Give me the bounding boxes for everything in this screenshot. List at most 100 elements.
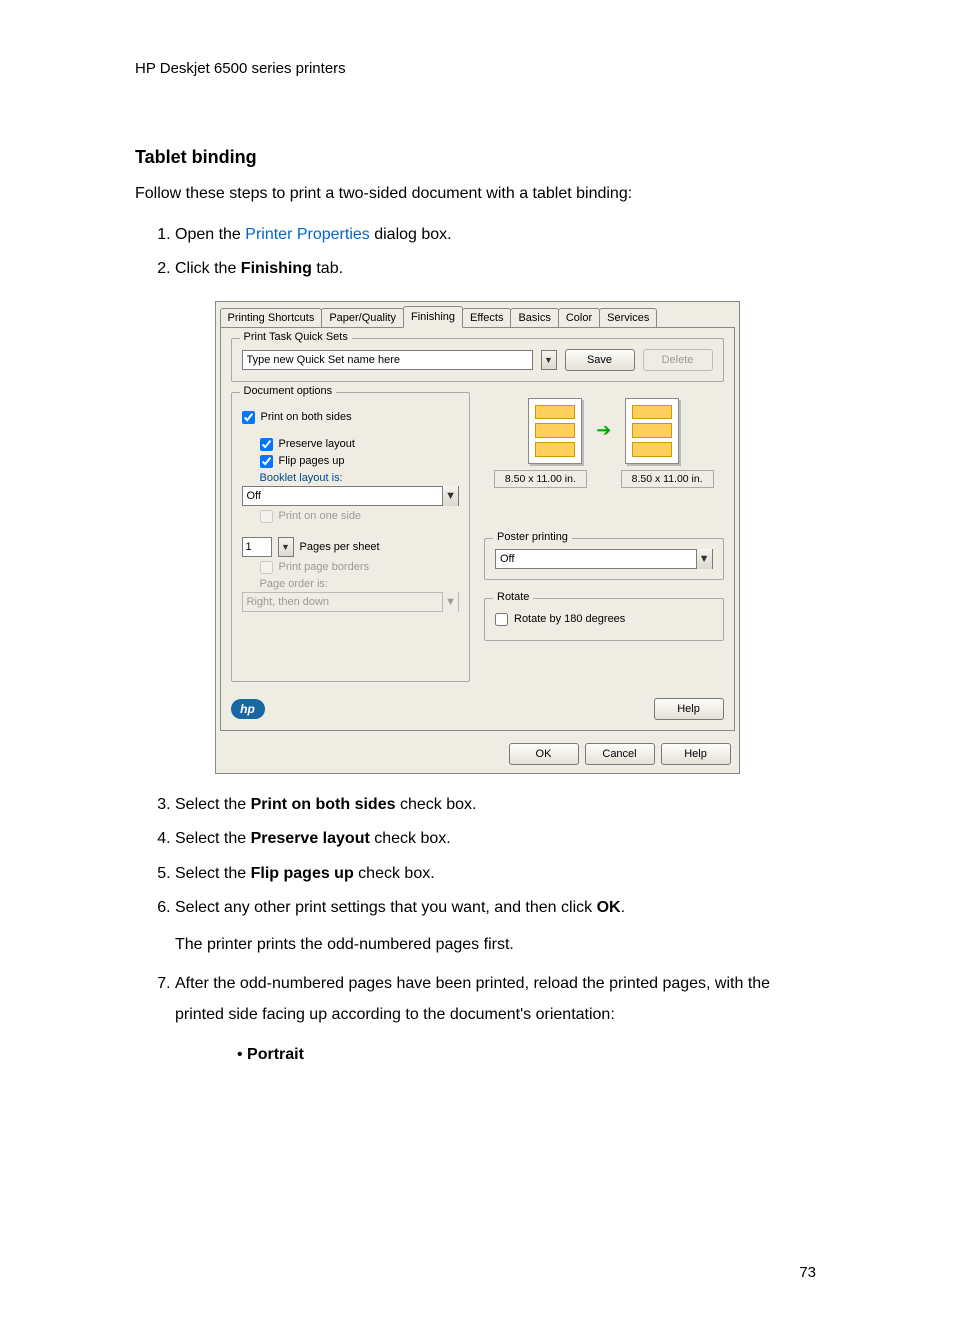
step-5-bold: Flip pages up	[251, 865, 354, 882]
preserve-layout-label: Preserve layout	[279, 438, 355, 450]
quicksets-group: Print Task Quick Sets ▼ Save Delete	[231, 338, 724, 382]
step-5-text-b: check box.	[354, 865, 435, 882]
tab-color[interactable]: Color	[558, 308, 600, 327]
tab-body: Print Task Quick Sets ▼ Save Delete Docu…	[220, 327, 735, 731]
print-one-side-checkbox	[260, 510, 273, 523]
step-5: Select the Flip pages up check box.	[175, 859, 819, 889]
preview-dim-left: 8.50 x 11.00 in.	[494, 470, 587, 488]
page-number: 73	[799, 1264, 816, 1281]
document-options-title: Document options	[240, 385, 337, 397]
chevron-down-icon: ▼	[695, 553, 714, 565]
print-both-sides-checkbox[interactable]	[242, 411, 255, 424]
step-3-bold: Print on both sides	[251, 796, 396, 813]
chevron-down-icon: ▼	[441, 490, 460, 502]
poster-printing-select[interactable]: Off ▼	[495, 549, 713, 569]
steps-list-continued: Select the Print on both sides check box…	[175, 790, 819, 1071]
page-header: HP Deskjet 6500 series printers	[135, 60, 819, 77]
step-7-text: After the odd-numbered pages have been p…	[175, 975, 770, 1022]
print-both-sides-label: Print on both sides	[261, 411, 352, 423]
step-4-text-a: Select the	[175, 830, 251, 847]
rotate-180-label: Rotate by 180 degrees	[514, 613, 625, 625]
step-2: Click the Finishing tab.	[175, 254, 819, 284]
step-4-text-b: check box.	[370, 830, 451, 847]
poster-printing-group: Poster printing Off ▼	[484, 538, 724, 580]
step-2-bold: Finishing	[241, 260, 312, 277]
print-one-side-label: Print on one side	[279, 510, 362, 522]
page-preview-left	[528, 398, 582, 464]
step-2-text-a: Click the	[175, 260, 241, 277]
tab-paper-quality[interactable]: Paper/Quality	[321, 308, 404, 327]
tab-effects[interactable]: Effects	[462, 308, 511, 327]
tab-finishing[interactable]: Finishing	[403, 306, 463, 328]
booklet-dropdown-button[interactable]: ▼	[442, 486, 458, 506]
step-4-bold: Preserve layout	[251, 830, 370, 847]
quickset-name-input[interactable]	[242, 350, 533, 370]
preview-dim-right: 8.50 x 11.00 in.	[621, 470, 714, 488]
step-6-text-b: .	[621, 899, 625, 916]
pages-per-sheet-dropdown[interactable]: ▼	[278, 537, 294, 557]
rotate-group: Rotate Rotate by 180 degrees	[484, 598, 724, 641]
rotate-180-checkbox[interactable]	[495, 613, 508, 626]
dialog-screenshot: Printing Shortcuts Paper/Quality Finishi…	[215, 301, 740, 774]
step-6: Select any other print settings that you…	[175, 893, 819, 957]
preview-row: ➔	[484, 398, 724, 464]
step-3-text-b: check box.	[396, 796, 477, 813]
booklet-layout-select[interactable]: Off ▼	[242, 486, 460, 506]
step-7-bullet-text: Portrait	[247, 1046, 304, 1063]
flip-pages-up-label: Flip pages up	[279, 455, 345, 467]
step-6-text-a: Select any other print settings that you…	[175, 899, 597, 916]
tab-services[interactable]: Services	[599, 308, 657, 327]
step-2-text-b: tab.	[312, 260, 343, 277]
ok-button[interactable]: OK	[509, 743, 579, 765]
intro-text: Follow these steps to print a two-sided …	[135, 182, 819, 206]
print-page-borders-checkbox	[260, 561, 273, 574]
document-options-group: Document options Print on both sides Pre…	[231, 392, 471, 682]
step-6-para: The printer prints the odd-numbered page…	[175, 933, 819, 957]
print-page-borders-label: Print page borders	[279, 561, 370, 573]
help-button[interactable]: Help	[661, 743, 731, 765]
quicksets-group-title: Print Task Quick Sets	[240, 331, 352, 343]
chevron-down-icon: ▼	[441, 596, 460, 608]
quickset-dropdown-button[interactable]: ▼	[541, 350, 557, 370]
poster-printing-value: Off	[496, 553, 696, 565]
page-order-label: Page order is:	[260, 578, 460, 590]
page-order-dropdown-button: ▼	[442, 592, 458, 612]
flip-pages-up-checkbox[interactable]	[260, 455, 273, 468]
step-7-bullet-portrait: Portrait	[237, 1040, 819, 1070]
printer-properties-link[interactable]: Printer Properties	[245, 226, 370, 243]
quickset-delete-button: Delete	[643, 349, 713, 371]
step-6-bold: OK	[597, 899, 621, 916]
step-1-text-a: Open the	[175, 226, 245, 243]
section-title: Tablet binding	[135, 147, 819, 168]
steps-list: Open the Printer Properties dialog box. …	[175, 220, 819, 285]
pages-per-sheet-label: Pages per sheet	[300, 541, 380, 553]
tab-basics[interactable]: Basics	[510, 308, 558, 327]
page-order-value: Right, then down	[243, 596, 443, 608]
printer-properties-dialog: Printing Shortcuts Paper/Quality Finishi…	[215, 301, 740, 774]
booklet-layout-label: Booklet layout is:	[260, 472, 343, 484]
booklet-layout-value: Off	[243, 490, 443, 502]
rotate-group-title: Rotate	[493, 591, 533, 603]
quickset-save-button[interactable]: Save	[565, 349, 635, 371]
step-1-text-b: dialog box.	[370, 226, 452, 243]
step-5-text-a: Select the	[175, 865, 251, 882]
poster-printing-title: Poster printing	[493, 531, 572, 543]
step-3: Select the Print on both sides check box…	[175, 790, 819, 820]
step-4: Select the Preserve layout check box.	[175, 824, 819, 854]
pages-per-sheet-input[interactable]	[242, 537, 272, 557]
inner-help-button[interactable]: Help	[654, 698, 724, 720]
step-1: Open the Printer Properties dialog box.	[175, 220, 819, 250]
chevron-down-icon: ▼	[281, 542, 290, 552]
step-3-text-a: Select the	[175, 796, 251, 813]
hp-logo-icon: hp	[231, 699, 265, 719]
dialog-tabs: Printing Shortcuts Paper/Quality Finishi…	[216, 302, 739, 327]
dialog-footer: OK Cancel Help	[216, 737, 739, 773]
page-order-select: Right, then down ▼	[242, 592, 460, 612]
preserve-layout-checkbox[interactable]	[260, 438, 273, 451]
tab-printing-shortcuts[interactable]: Printing Shortcuts	[220, 308, 323, 327]
chevron-down-icon: ▼	[544, 355, 553, 365]
poster-dropdown-button[interactable]: ▼	[696, 549, 712, 569]
cancel-button[interactable]: Cancel	[585, 743, 655, 765]
step-7: After the odd-numbered pages have been p…	[175, 969, 819, 1070]
page-preview-right	[625, 398, 679, 464]
